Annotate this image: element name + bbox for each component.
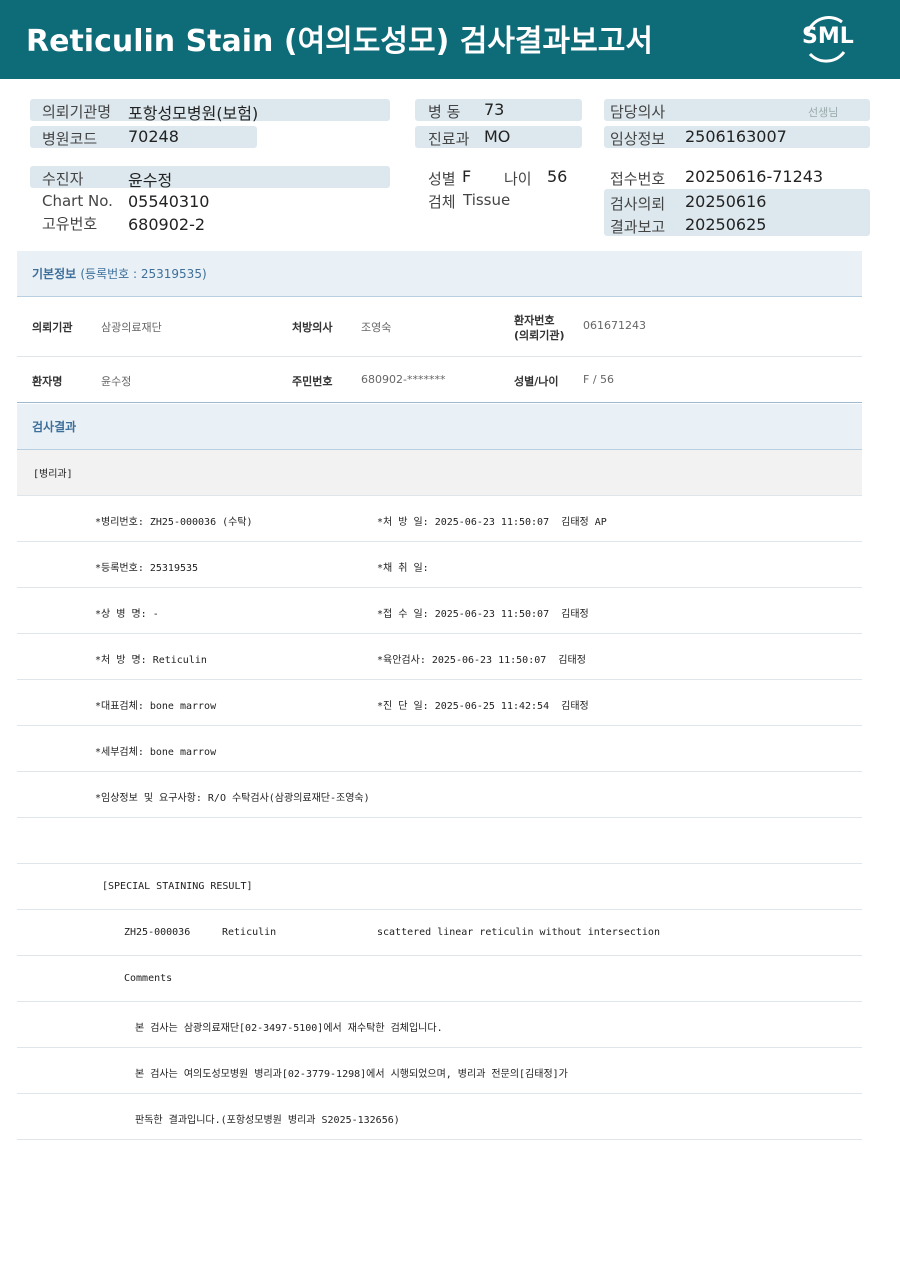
- report-header: Reticulin Stain (여의도성모) 검사결과보고서 SML: [0, 0, 900, 79]
- staining-id: ZH25-000036: [124, 927, 191, 938]
- dept-label: 진료과: [428, 130, 470, 148]
- hospital-code-value: 70248: [128, 127, 179, 146]
- comments-row: Comments: [17, 956, 862, 1002]
- pid-label-sub: (의뢰기관): [514, 329, 565, 342]
- comments-label: Comments: [124, 973, 173, 984]
- gross-exam: *육안검사: 2025-06-23 11:50:07 김태정: [377, 655, 586, 666]
- patient-value: 윤수정: [128, 171, 173, 190]
- comment-1: 본 검사는 삼광의료재단[02-3497-5100]에서 재수탁한 검체입니다.: [135, 1023, 443, 1034]
- doctor-label: 담당의사: [610, 103, 666, 121]
- result-line-5: *대표검체: bone marrow *진 단 일: 2025-06-25 11…: [17, 680, 862, 726]
- sex-label: 성별: [428, 170, 456, 188]
- uid-value: 680902-2: [128, 215, 206, 234]
- hospital-code-label: 병원코드: [42, 130, 98, 148]
- rrn-value: 680902-*******: [361, 373, 446, 386]
- collection-date: *채 취 일:: [377, 563, 429, 574]
- chart-value: 05540310: [128, 192, 210, 211]
- result-line-4: *처 방 명: Reticulin *육안검사: 2025-06-23 11:5…: [17, 634, 862, 680]
- clinical-label: 임상정보: [610, 130, 666, 148]
- sexage-label: 성별/나이: [514, 375, 559, 388]
- doctor-suffix: 선생님: [808, 106, 839, 119]
- rrn-label: 주민번호: [292, 375, 333, 388]
- order-date: *처 방 일: 2025-06-23 11:50:07 김태정 AP: [377, 517, 607, 528]
- comment-row-3: 판독한 결과입니다.(포항성모병원 병리과 S2025-132656): [17, 1094, 862, 1140]
- sexage-value: F / 56: [583, 373, 615, 386]
- report-value: 20250625: [685, 215, 767, 234]
- age-label: 나이: [504, 170, 532, 188]
- patient-row: [30, 166, 390, 188]
- receipt-label: 접수번호: [610, 170, 666, 188]
- uid-label: 고유번호: [42, 215, 98, 233]
- result-line-1: *병리번호: ZH25-000036 (수탁) *처 방 일: 2025-06-…: [17, 496, 862, 542]
- comment-row-1: 본 검사는 삼광의료재단[02-3497-5100]에서 재수탁한 검체입니다.: [17, 1002, 862, 1048]
- sex-value: F: [462, 167, 472, 186]
- clinical-request: *임상정보 및 요구사항: R/O 수탁검사(삼광의료재단-조영숙): [95, 793, 370, 804]
- result-line-7: *임상정보 및 요구사항: R/O 수탁검사(삼광의료재단-조영숙): [17, 772, 862, 818]
- staining-result: scattered linear reticulin without inter…: [377, 927, 660, 938]
- pid-label: 환자번호: [514, 314, 555, 327]
- basic-info-subtitle: (등록번호 : 25319535): [80, 267, 207, 281]
- name-label: 환자명: [32, 375, 63, 388]
- report-label: 결과보고: [610, 218, 666, 236]
- pathology-no: *병리번호: ZH25-000036 (수탁): [95, 517, 253, 528]
- receipt-date: *접 수 일: 2025-06-23 11:50:07 김태정: [377, 609, 589, 620]
- order-name: *처 방 명: Reticulin: [95, 655, 207, 666]
- staining-result-row: ZH25-000036 Reticulin scattered linear r…: [17, 910, 862, 956]
- main-specimen: *대표검체: bone marrow: [95, 701, 217, 712]
- clinical-value: 2506163007: [685, 127, 787, 146]
- basic-info-title-wrap: 기본정보 (등록번호 : 25319535): [32, 265, 207, 282]
- logo-text: SML: [802, 24, 854, 49]
- staining-header-row: [SPECIAL STAINING RESULT]: [17, 864, 862, 910]
- result-line-3: *상 병 명: - *접 수 일: 2025-06-23 11:50:07 김태…: [17, 588, 862, 634]
- result-title: 검사결과: [32, 420, 77, 434]
- inst-label: 의뢰기관: [32, 321, 73, 334]
- institution-value: 포항성모병원(보험): [128, 104, 259, 123]
- patient-label: 수진자: [42, 170, 84, 188]
- dept-row: [병리과]: [17, 450, 862, 496]
- basic-info-header: 기본정보 (등록번호 : 25319535): [17, 251, 862, 297]
- diagnosis-date: *진 단 일: 2025-06-25 11:42:54 김태정: [377, 701, 589, 712]
- chart-label: Chart No.: [42, 192, 113, 210]
- specimen-label: 검체: [428, 193, 456, 211]
- result-line-6: *세부검체: bone marrow: [17, 726, 862, 772]
- comment-3: 판독한 결과입니다.(포항성모병원 병리과 S2025-132656): [135, 1115, 400, 1126]
- prescriber-value: 조영숙: [361, 321, 392, 334]
- diagnosis-name: *상 병 명: -: [95, 609, 159, 620]
- result-line-2: *등록번호: 25319535 *채 취 일:: [17, 542, 862, 588]
- institution-label: 의뢰기관명: [42, 103, 112, 121]
- dept-tag: [병리과]: [33, 469, 73, 480]
- comment-row-2: 본 검사는 여의도성모병원 병리과[02-3779-1298]에서 시행되었으며…: [17, 1048, 862, 1094]
- comment-2: 본 검사는 여의도성모병원 병리과[02-3779-1298]에서 시행되었으며…: [135, 1069, 568, 1080]
- basic-row-2: 환자명 윤수정 주민번호 680902-******* 성별/나이 F / 56: [17, 357, 862, 403]
- inst-value: 삼광의료재단: [101, 321, 162, 334]
- dept-value: MO: [484, 127, 511, 146]
- request-value: 20250616: [685, 192, 767, 211]
- name-value: 윤수정: [101, 375, 132, 388]
- basic-row-1: 의뢰기관 삼광의료재단 처방의사 조영숙 환자번호 (의뢰기관) 0616712…: [17, 297, 862, 357]
- receipt-value: 20250616-71243: [685, 167, 824, 186]
- ward-value: 73: [484, 100, 505, 119]
- result-line-blank: [17, 818, 862, 864]
- report-title: Reticulin Stain (여의도성모) 검사결과보고서: [26, 24, 653, 59]
- basic-info-title: 기본정보: [32, 267, 77, 281]
- pid-value: 061671243: [583, 319, 646, 332]
- staining-name: Reticulin: [222, 927, 277, 938]
- age-value: 56: [547, 167, 568, 186]
- result-header: 검사결과: [17, 404, 862, 450]
- specimen-value: Tissue: [463, 191, 511, 209]
- sml-logo: SML: [798, 12, 854, 66]
- request-label: 검사의뢰: [610, 195, 666, 213]
- detail-specimen: *세부검체: bone marrow: [95, 747, 217, 758]
- registration-no: *등록번호: 25319535: [95, 563, 199, 574]
- prescriber-label: 처방의사: [292, 321, 333, 334]
- ward-label: 병 동: [428, 103, 461, 121]
- staining-header: [SPECIAL STAINING RESULT]: [102, 881, 253, 892]
